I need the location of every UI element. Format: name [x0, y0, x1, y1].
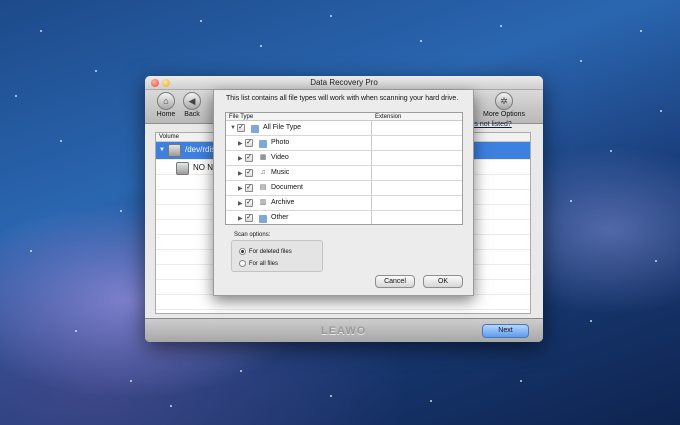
file-type-row[interactable]: ▶ ✓ ▤ Document: [226, 181, 462, 196]
ok-button[interactable]: OK: [423, 275, 463, 288]
deleted-files-label: For deleted files: [249, 249, 292, 256]
video-icon: ▦: [259, 154, 267, 161]
file-type-checkbox[interactable]: ✓: [245, 214, 253, 222]
file-type-label: Document: [271, 184, 303, 191]
dialog-message: This list contains all file types will w…: [226, 95, 459, 102]
disclosure-triangle-icon[interactable]: ▶: [238, 215, 243, 222]
window-title: Data Recovery Pro: [310, 78, 378, 87]
disclosure-triangle-icon[interactable]: ▶: [238, 155, 243, 162]
more-options-button[interactable]: ✲ More Options: [479, 92, 529, 118]
all-files-option[interactable]: For all files: [239, 260, 278, 267]
radio-button-selected[interactable]: [239, 248, 246, 255]
file-type-row[interactable]: ▶ ✓ Photo: [226, 136, 462, 151]
disclosure-triangle-icon[interactable]: ▼: [230, 125, 236, 131]
file-type-row[interactable]: ▶ ✓ ▥ Archive: [226, 196, 462, 211]
file-type-checkbox[interactable]: ✓: [245, 154, 253, 162]
document-icon: ▤: [259, 184, 267, 191]
folder-icon: [259, 215, 267, 223]
file-type-dialog: This list contains all file types will w…: [213, 90, 474, 296]
folder-icon: [251, 125, 259, 133]
home-icon: ⌂: [157, 92, 175, 110]
file-type-column-header: File Type: [229, 114, 254, 120]
back-button[interactable]: ◀ Back: [177, 92, 207, 118]
file-type-row[interactable]: ▶ ✓ ▦ Video: [226, 151, 462, 166]
more-options-label: More Options: [482, 111, 526, 118]
hard-disk-icon: [176, 162, 189, 175]
disclosure-triangle-icon[interactable]: ▼: [159, 147, 165, 153]
file-type-checkbox[interactable]: ✓: [245, 199, 253, 207]
home-label: Home: [156, 111, 176, 118]
back-label: Back: [184, 111, 200, 118]
file-type-table: File Type Extension ▼ ✓ All File Type ▶ …: [225, 112, 463, 225]
extension-column-header: Extension: [375, 114, 402, 120]
file-type-row-all[interactable]: ▼ ✓ All File Type: [226, 121, 462, 136]
file-type-row[interactable]: ▶ ✓ ♫ Music: [226, 166, 462, 181]
archive-icon: ▥: [259, 199, 267, 206]
leawo-logo: LEAWO: [321, 325, 367, 337]
all-file-type-checkbox[interactable]: ✓: [237, 124, 245, 132]
scan-options-title: Scan options:: [234, 232, 271, 238]
gear-icon: ✲: [495, 92, 513, 110]
volume-name: /dev/rdis: [185, 145, 216, 154]
file-type-table-header: File Type Extension: [226, 113, 462, 121]
file-type-row[interactable]: ▶ ✓ Other: [226, 211, 462, 224]
minimize-window-button[interactable]: [162, 79, 170, 87]
file-type-label: Archive: [271, 199, 295, 206]
next-button[interactable]: Next: [482, 324, 529, 338]
all-files-label: For all files: [249, 261, 279, 268]
file-type-label: All File Type: [263, 124, 301, 131]
window-titlebar: Data Recovery Pro: [145, 76, 543, 90]
photo-icon: [259, 140, 267, 148]
disclosure-triangle-icon[interactable]: ▶: [238, 140, 243, 147]
music-icon: ♫: [260, 169, 266, 176]
back-arrow-icon: ◀: [183, 92, 201, 110]
file-type-label: Music: [271, 169, 290, 176]
file-type-label: Video: [271, 154, 289, 161]
file-type-checkbox[interactable]: ✓: [245, 184, 253, 192]
radio-button[interactable]: [239, 260, 246, 267]
disclosure-triangle-icon[interactable]: ▶: [238, 185, 243, 192]
close-window-button[interactable]: [151, 79, 159, 87]
scan-options-group: For deleted files For all files: [231, 240, 323, 272]
deleted-files-option[interactable]: For deleted files: [239, 248, 292, 255]
disclosure-triangle-icon[interactable]: ▶: [238, 170, 243, 177]
cancel-button[interactable]: Cancel: [375, 275, 415, 288]
file-type-label: Photo: [271, 139, 290, 146]
file-type-label: Other: [271, 214, 289, 221]
file-type-checkbox[interactable]: ✓: [245, 169, 253, 177]
hard-disk-icon: [168, 144, 181, 157]
disclosure-triangle-icon[interactable]: ▶: [238, 200, 243, 207]
volume-row-empty: [156, 295, 530, 310]
file-type-checkbox[interactable]: ✓: [245, 139, 253, 147]
bottom-bar: LEAWO Next: [145, 318, 543, 342]
